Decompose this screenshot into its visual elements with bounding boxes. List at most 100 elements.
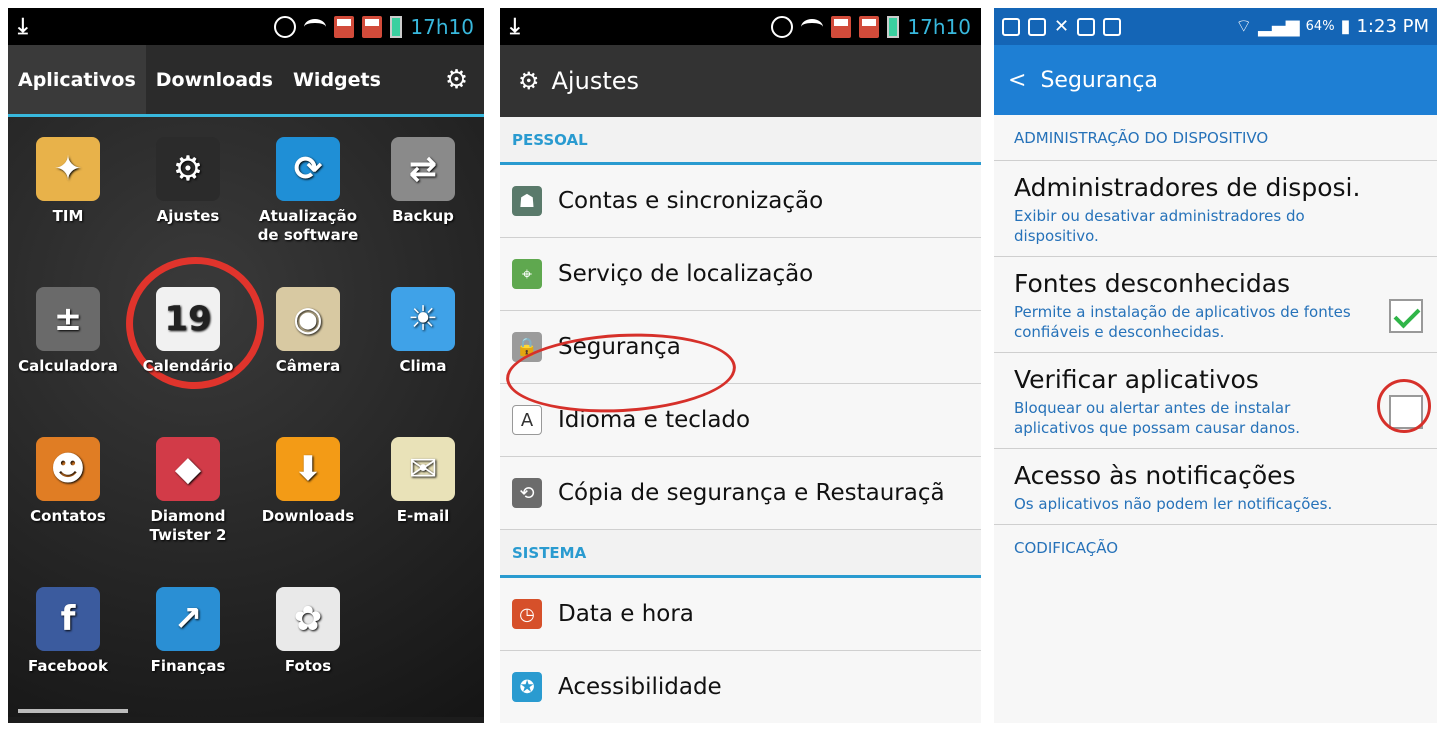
tab-widgets[interactable]: Widgets <box>283 45 391 114</box>
app-label: Calendário <box>142 357 234 375</box>
sim2-icon <box>362 15 383 38</box>
photos-icon: ✿ <box>276 587 340 651</box>
page-title: Segurança <box>1040 67 1158 93</box>
settings-item-label: Acessibilidade <box>558 674 722 700</box>
calendar-icon: 19 <box>156 287 220 351</box>
security-item[interactable]: Administradores de disposi. Exibir ou des… <box>994 161 1437 257</box>
notification-icon <box>1002 17 1020 36</box>
app-label: Finanças <box>150 657 226 675</box>
app-12[interactable]: f Facebook <box>8 587 128 676</box>
security-item[interactable]: Verificar aplicativos Bloquear ou alertar… <box>994 353 1437 449</box>
location-icon: ⌖ <box>512 259 542 289</box>
tab-downloads[interactable]: Downloads <box>146 45 283 114</box>
app-label: Downloads <box>261 507 355 525</box>
security-item-title: Verificar aplicativos <box>1014 365 1259 394</box>
app-5[interactable]: 19 Calendário <box>128 287 248 376</box>
battery-icon: ▮ <box>1340 16 1351 37</box>
back-icon[interactable]: < <box>1008 68 1026 93</box>
status-bar: ⤓ 17h10 <box>500 8 981 45</box>
accounts-icon: ☗ <box>512 186 542 216</box>
download-icon: ⬇ <box>276 437 340 501</box>
email-icon: ✉ <box>391 437 455 501</box>
settings-item-label: Cópia de segurança e Restauraçã <box>558 480 945 506</box>
settings-item[interactable]: ◷ Data e hora <box>500 578 981 651</box>
security-item[interactable]: Fontes desconhecidas Permite a instalação… <box>994 257 1437 353</box>
settings-gear-icon[interactable]: ⚙ <box>429 45 484 114</box>
battery-icon <box>887 15 900 38</box>
app-14[interactable]: ✿ Fotos <box>248 587 368 676</box>
app-drawer-panel: ⤓ 17h10 Aplicativos Downloads Widgets ⚙ … <box>8 8 484 723</box>
gear-icon: ⚙ <box>518 67 540 95</box>
status-bar: ⤓ 17h10 <box>8 8 484 45</box>
app-9[interactable]: ◆ Diamond Twister 2 <box>128 437 248 545</box>
settings-item[interactable]: ☗ Contas e sincronização <box>500 165 981 238</box>
security-header[interactable]: < Segurança <box>994 45 1437 115</box>
wifi-icon <box>801 18 824 35</box>
app-6[interactable]: ◉ Câmera <box>248 287 368 376</box>
app-label: Contatos <box>30 507 106 525</box>
notification-icon <box>1028 17 1046 36</box>
finance-icon: ↗ <box>156 587 220 651</box>
sistema-list: ◷ Data e hora ✪ Acessibilidade <box>500 578 981 723</box>
settings-item-label: Data e hora <box>558 601 694 627</box>
wifi-icon <box>304 18 327 35</box>
app-10[interactable]: ⬇ Downloads <box>248 437 368 526</box>
alarm-icon <box>771 15 794 38</box>
status-time: 1:23 PM <box>1356 16 1429 37</box>
wifi-icon: ⌔ <box>1235 16 1253 37</box>
backup-icon: ⟲ <box>512 478 542 508</box>
settings-item[interactable]: ✪ Acessibilidade <box>500 651 981 723</box>
app-label: Backup <box>392 207 454 225</box>
facebook-icon: f <box>36 587 100 651</box>
refresh-icon: ⟳ <box>276 137 340 201</box>
settings-item[interactable]: ⌖ Serviço de localização <box>500 238 981 311</box>
section-pessoal: PESSOAL <box>500 117 981 165</box>
security-item[interactable]: Acesso às notificações Os aplicativos não… <box>994 449 1437 525</box>
sim2-icon <box>859 15 880 38</box>
app-8[interactable]: ☻ Contatos <box>8 437 128 526</box>
section-sistema: SISTEMA <box>500 530 981 578</box>
app-4[interactable]: ± Calculadora <box>8 287 128 376</box>
section-admin: ADMINISTRAÇÃO DO DISPOSITIVO <box>994 115 1437 161</box>
security-item-description: Bloquear ou alertar antes de instalar ap… <box>1014 399 1300 437</box>
app-label: Fotos <box>284 657 332 675</box>
calculator-icon: ± <box>36 287 100 351</box>
app-label: Clima <box>399 357 447 375</box>
download-notification-icon: ⤓ <box>18 14 28 39</box>
sim-icon <box>831 15 852 38</box>
app-label: Calculadora <box>18 357 118 375</box>
app-11[interactable]: ✉ E-mail <box>363 437 483 526</box>
signal-icon: ▂▄▆ <box>1258 16 1300 37</box>
checkbox[interactable] <box>1389 298 1423 333</box>
scroll-indicator <box>18 709 128 713</box>
alarm-icon <box>274 15 297 38</box>
settings-item-label: Serviço de localização <box>558 261 814 287</box>
app-label: Facebook <box>28 657 108 675</box>
app-13[interactable]: ↗ Finanças <box>128 587 248 676</box>
notification-icon <box>1103 17 1122 36</box>
app-label: Atualização de software <box>257 207 359 244</box>
security-item-description: Os aplicativos não podem ler notificaçõe… <box>1014 495 1333 513</box>
battery-percent: 64% <box>1305 19 1335 34</box>
app-2[interactable]: ⟳ Atualização de software <box>248 137 368 245</box>
app-0[interactable]: ✦ TIM <box>8 137 128 226</box>
app-7[interactable]: ☀ Clima <box>363 287 483 376</box>
security-item-title: Fontes desconhecidas <box>1014 269 1291 298</box>
security-panel: ✕ ⌔ ▂▄▆ 64% ▮ 1:23 PM < Segurança ADMINI… <box>994 8 1437 723</box>
download-notification-icon: ⤓ <box>510 14 520 39</box>
app-3[interactable]: ⇄ Backup <box>363 137 483 226</box>
app-label: Câmera <box>275 357 341 375</box>
app-label: TIM <box>52 207 84 225</box>
status-time: 17h10 <box>410 14 474 39</box>
clock-icon: ◷ <box>512 599 542 629</box>
accessibility-icon: ✪ <box>512 672 542 702</box>
app-grid: ✦ TIM ⚙ Ajustes ⟳ Atualização de software ⇄ Bac… <box>8 117 484 717</box>
language-icon: A <box>512 405 542 435</box>
app-label: E-mail <box>396 507 450 525</box>
tab-aplicativos[interactable]: Aplicativos <box>8 45 146 114</box>
camera-icon: ◉ <box>276 287 340 351</box>
mail-icon <box>1077 17 1096 36</box>
app-1[interactable]: ⚙ Ajustes <box>128 137 248 226</box>
settings-item[interactable]: ⟲ Cópia de segurança e Restauraçã <box>500 457 981 530</box>
tim-icon: ✦ <box>36 137 100 201</box>
